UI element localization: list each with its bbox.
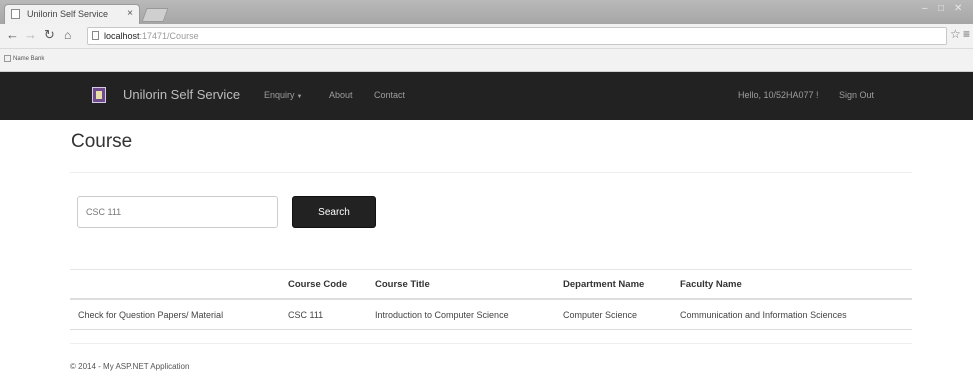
search-input[interactable] (77, 196, 278, 228)
minimize-icon[interactable]: – (922, 3, 928, 14)
forward-icon[interactable]: → (24, 28, 37, 42)
back-icon[interactable]: ← (6, 28, 19, 42)
reload-icon[interactable]: ↻ (44, 28, 55, 42)
search-button[interactable]: Search (292, 196, 376, 228)
table-row: Check for Question Papers/ Material CSC … (70, 299, 912, 330)
url-path: :17471/Course (139, 31, 199, 41)
question-papers-link[interactable]: Check for Question Papers/ Material (70, 299, 280, 330)
url-host: localhost (104, 31, 140, 41)
bookmark-item[interactable]: Name Bank (4, 55, 44, 62)
sign-out-link[interactable]: Sign Out (839, 90, 874, 100)
close-window-icon[interactable]: ✕ (954, 3, 962, 14)
browser-menu-icon[interactable]: ≡ (963, 27, 970, 41)
nav-enquiry[interactable]: Enquiry ▼ (264, 90, 302, 100)
browser-toolbar: ← → ↻ ⌂ localhost:17471/Course (0, 24, 973, 49)
nav-about[interactable]: About (329, 90, 353, 100)
column-header-course-title: Course Title (367, 269, 555, 300)
bookmark-label: Name Bank (13, 56, 45, 63)
site-navbar: Unilorin Self Service Enquiry ▼ About Con… (0, 72, 973, 120)
bookmark-star-icon[interactable]: ☆ (950, 27, 961, 41)
cell-course-code: CSC 111 (280, 299, 367, 330)
cell-course-title: Introduction to Computer Science (367, 299, 555, 330)
column-header-faculty-name: Faculty Name (672, 269, 912, 300)
column-header-action (70, 269, 280, 300)
nav-enquiry-label: Enquiry (264, 90, 295, 100)
page-favicon-icon (11, 9, 20, 19)
user-greeting[interactable]: Hello, 10/52HA077 ! (738, 90, 819, 100)
footer-text: © 2014 - My ASP.NET Application (70, 362, 190, 371)
cell-faculty-name: Communication and Information Sciences (672, 299, 912, 330)
university-logo-icon[interactable] (92, 87, 106, 103)
new-tab-button[interactable] (141, 8, 169, 22)
brand-link[interactable]: Unilorin Self Service (123, 87, 240, 102)
tab-title: Unilorin Self Service (27, 9, 109, 19)
page-title: Course (71, 131, 133, 152)
column-header-department-name: Department Name (555, 269, 672, 300)
column-header-course-code: Course Code (280, 269, 367, 300)
tab-close-icon[interactable]: × (127, 5, 133, 23)
nav-contact[interactable]: Contact (374, 90, 405, 100)
bookmarks-bar: Name Bank (0, 49, 973, 72)
browser-tabstrip: Unilorin Self Service × – □ ✕ (0, 0, 973, 24)
title-divider (70, 172, 912, 173)
browser-tab[interactable]: Unilorin Self Service × (4, 4, 140, 24)
home-icon[interactable]: ⌂ (64, 28, 71, 42)
folder-icon (4, 55, 11, 62)
table-header-row: Course Code Course Title Department Name… (70, 269, 912, 300)
footer-divider (70, 343, 912, 344)
chevron-down-icon: ▼ (296, 94, 303, 100)
maximize-icon[interactable]: □ (938, 3, 944, 14)
cell-department-name: Computer Science (555, 299, 672, 330)
page-icon (92, 31, 99, 40)
course-table: Course Code Course Title Department Name… (70, 269, 912, 330)
address-bar[interactable]: localhost:17471/Course (87, 27, 947, 45)
